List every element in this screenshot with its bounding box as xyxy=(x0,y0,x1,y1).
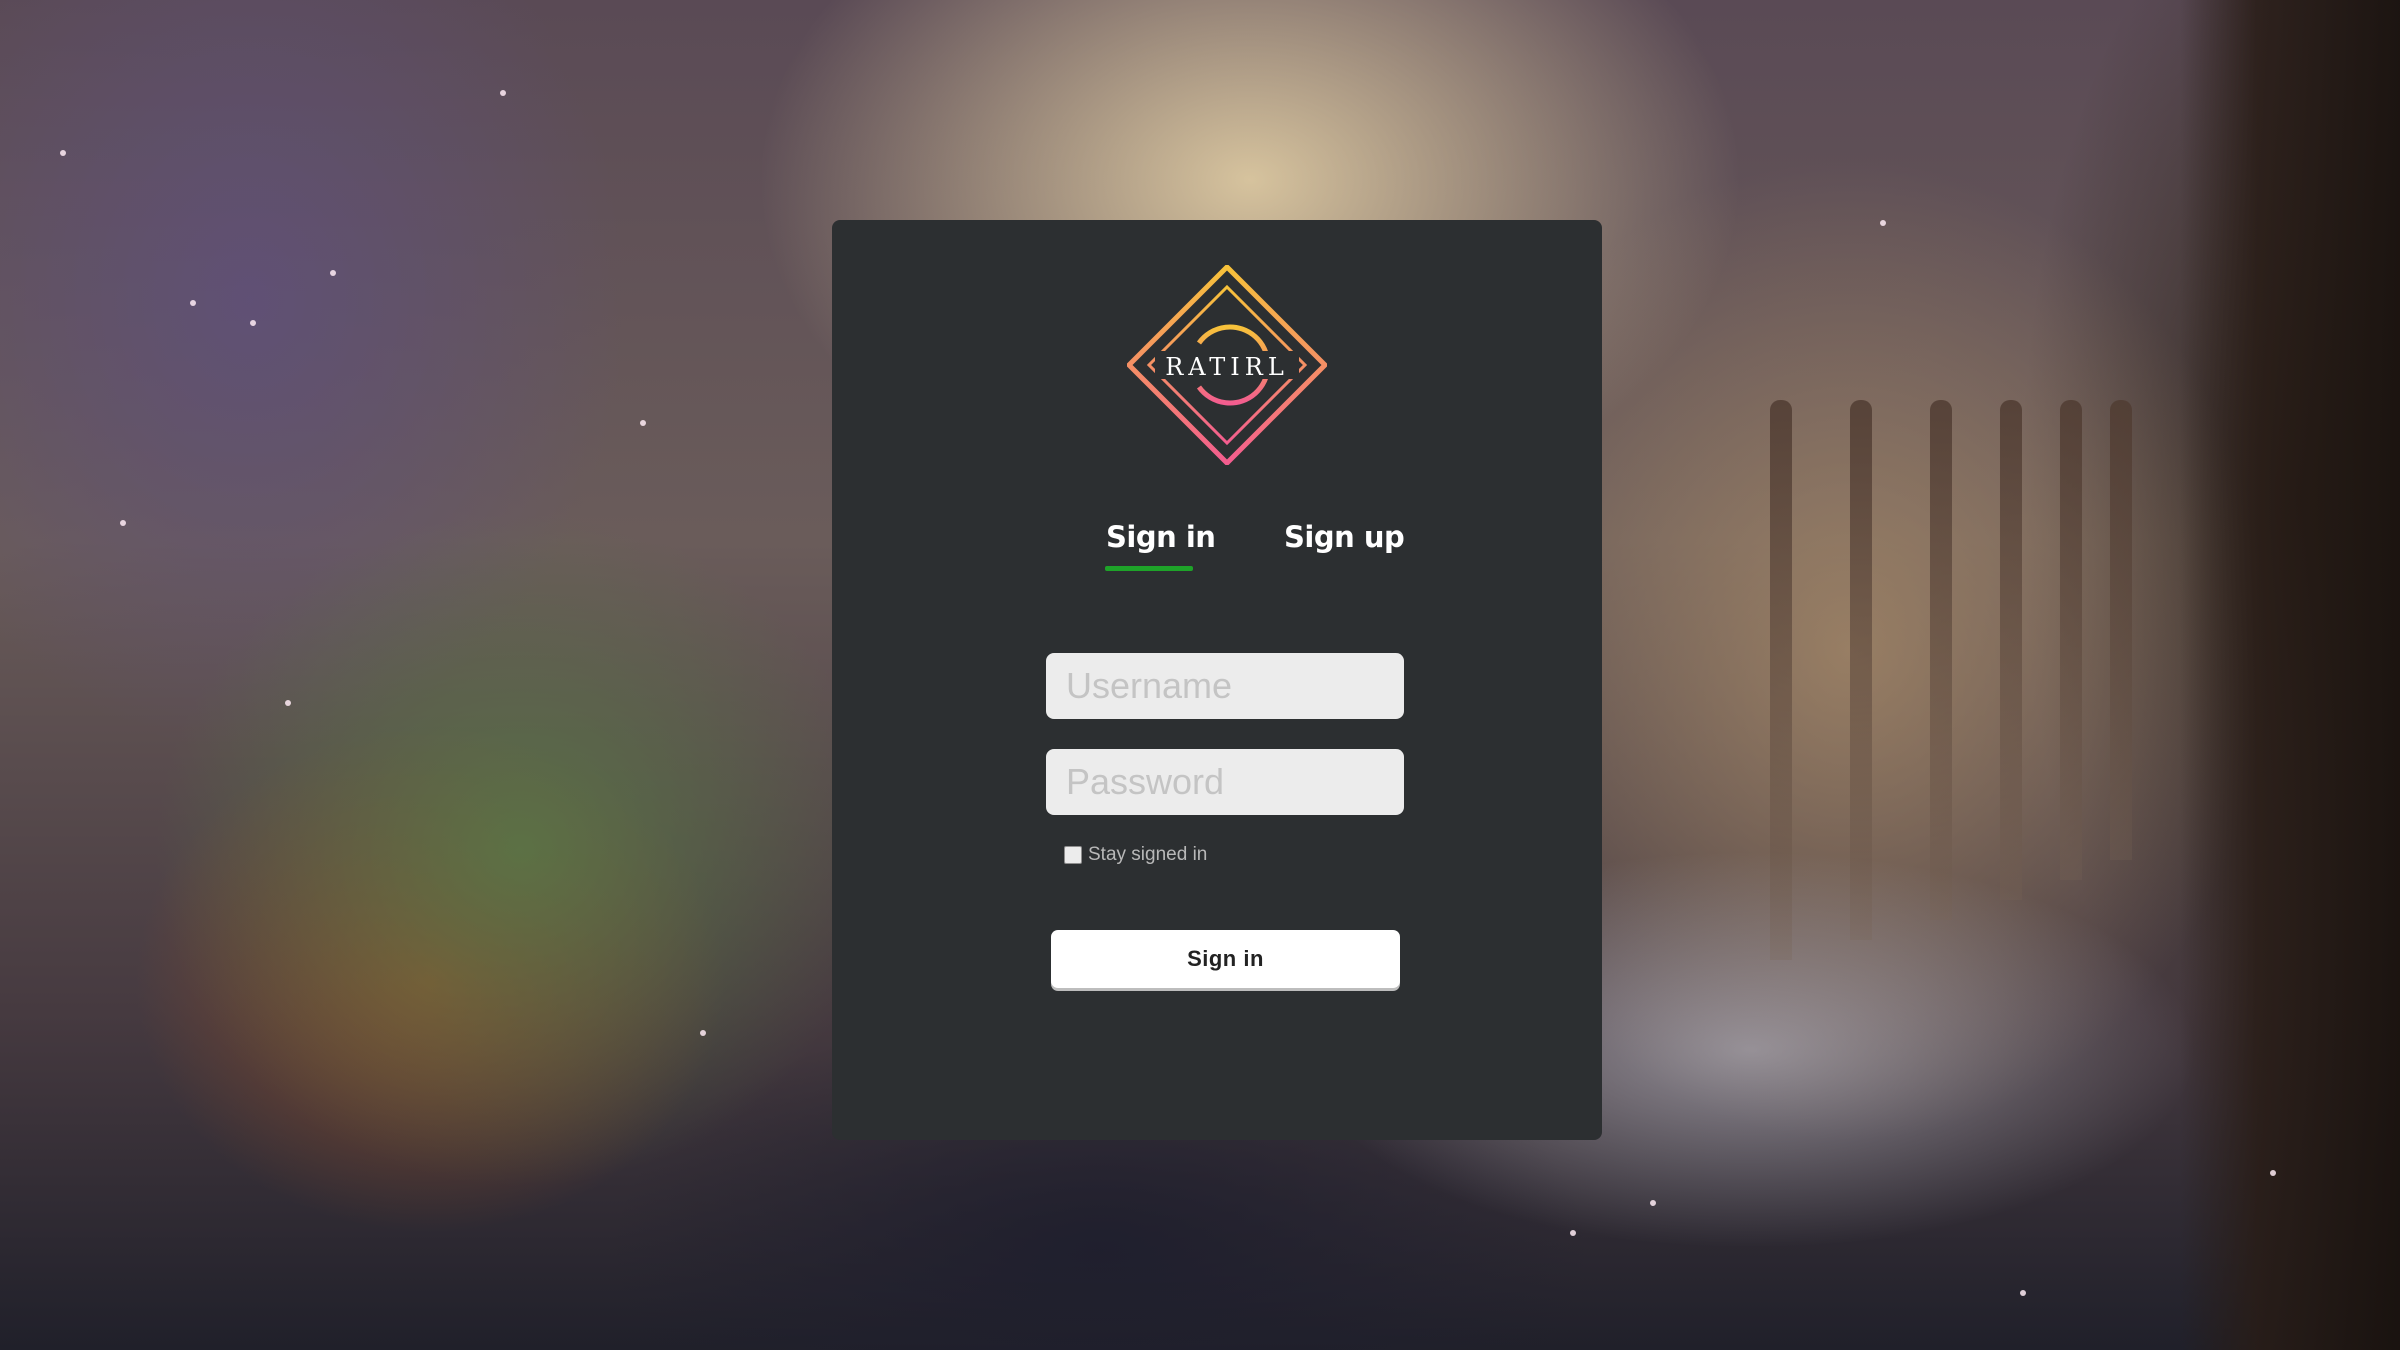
tab-sign-up[interactable]: Sign up xyxy=(1284,520,1405,554)
background-pillar xyxy=(2000,400,2022,900)
background-pillar xyxy=(1850,400,1872,940)
background-pillar xyxy=(1770,400,1792,960)
stay-signed-in-checkbox[interactable] xyxy=(1064,846,1082,864)
background-spark xyxy=(285,700,291,706)
background-spark xyxy=(2270,1170,2276,1176)
username-field[interactable] xyxy=(1046,653,1404,719)
login-panel: RATIRL Sign in Sign up Stay signed in Si… xyxy=(832,220,1602,1140)
background-pillar xyxy=(1930,400,1952,920)
stay-signed-in-option[interactable]: Stay signed in xyxy=(1064,844,1207,866)
logo-wordmark: RATIRL xyxy=(1165,353,1289,381)
background-tree xyxy=(2180,0,2400,1350)
tab-sign-in[interactable]: Sign in xyxy=(1106,520,1216,554)
background-spark xyxy=(1570,1230,1576,1236)
background-spark xyxy=(1880,220,1886,226)
password-field[interactable] xyxy=(1046,749,1404,815)
background-spark xyxy=(1650,1200,1656,1206)
stay-signed-in-label: Stay signed in xyxy=(1088,844,1208,865)
active-tab-indicator xyxy=(1105,566,1193,571)
auth-tabs: Sign in Sign up xyxy=(832,520,1602,590)
background-spark xyxy=(190,300,196,306)
background-spark xyxy=(120,520,126,526)
background-spark xyxy=(700,1030,706,1036)
background-pillar xyxy=(2060,400,2082,880)
background-spark xyxy=(330,270,336,276)
background-spark xyxy=(2020,1290,2026,1296)
background-spark xyxy=(640,420,646,426)
background-spark xyxy=(500,90,506,96)
background-spark xyxy=(250,320,256,326)
ratirl-diamond-logo: RATIRL xyxy=(1125,263,1329,467)
background-pillar xyxy=(2110,400,2132,860)
background-spark xyxy=(60,150,66,156)
sign-in-button[interactable]: Sign in xyxy=(1051,930,1400,988)
